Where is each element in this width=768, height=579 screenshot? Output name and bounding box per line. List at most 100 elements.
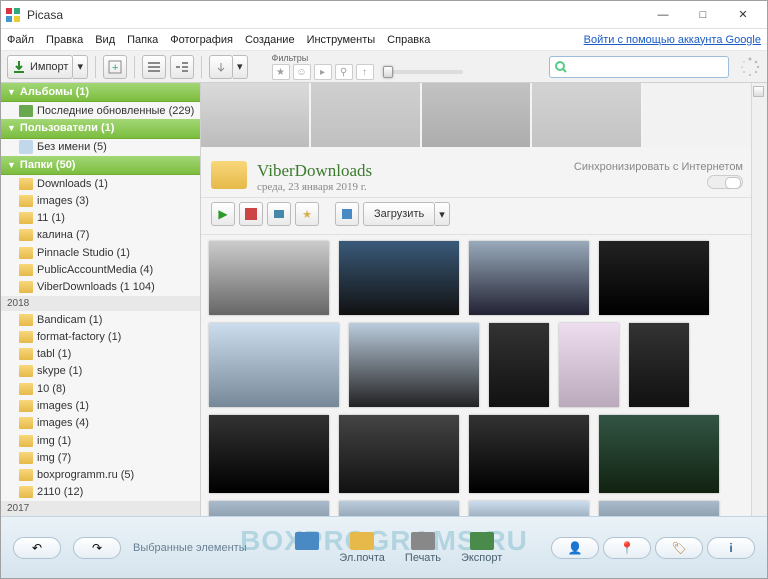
thumbnail[interactable] [489, 323, 549, 407]
sidebar-item-user-noname[interactable]: Без имени (5) [1, 139, 200, 156]
thumbnail[interactable] [209, 323, 339, 407]
content: ViberDownloads среда, 23 января 2019 г. … [201, 83, 767, 516]
menu-help[interactable]: Справка [387, 34, 430, 46]
section-albums[interactable]: ▼Альбомы (1) [1, 83, 200, 102]
thumbnail[interactable] [339, 241, 459, 315]
sidebar-item-kalina[interactable]: калина (7) [1, 227, 200, 244]
sidebar-item-publicacct[interactable]: PublicAccountMedia (4) [1, 261, 200, 278]
sidebar-year-2018: 2018 [1, 296, 200, 311]
maximize-button[interactable]: □ [683, 3, 723, 27]
import-dropdown[interactable]: ▾ [73, 55, 88, 79]
sidebar-item-viberdownloads[interactable]: ViberDownloads (1 104) [1, 279, 200, 296]
upload-dropdown[interactable]: ▾ [435, 202, 450, 226]
sidebar-item-tabl[interactable]: tabl (1) [1, 346, 200, 363]
filters-label: Фильтры [272, 53, 469, 63]
search-icon [554, 60, 568, 74]
menu-edit[interactable]: Правка [46, 34, 83, 46]
sidebar-item-images1[interactable]: images (1) [1, 397, 200, 414]
collage-button[interactable] [239, 202, 263, 226]
star-button[interactable]: ★ [295, 202, 319, 226]
folder-actions: ▶ ★ Загрузить ▾ [201, 198, 767, 235]
search-input[interactable] [549, 56, 729, 78]
sidebar-item-img7[interactable]: img (7) [1, 449, 200, 466]
import-button[interactable]: Импорт [7, 55, 73, 79]
sync-label: Синхронизировать с Интернетом [574, 161, 743, 173]
menu-tools[interactable]: Инструменты [307, 34, 376, 46]
thumbnail-grid[interactable] [201, 235, 767, 516]
view-add-button[interactable]: + [103, 55, 127, 79]
menu-create[interactable]: Создание [245, 34, 295, 46]
filter-video[interactable]: ▸ [314, 64, 332, 80]
filter-geo[interactable]: ⚲ [335, 64, 353, 80]
thumbnail[interactable] [349, 323, 479, 407]
menu-view[interactable]: Вид [95, 34, 115, 46]
sidebar-item-2110[interactable]: 2110 (12) [1, 484, 200, 501]
selected-label: Выбранные элементы [133, 542, 247, 554]
play-slideshow-button[interactable]: ▶ [211, 202, 235, 226]
sidebar-item-skype[interactable]: skype (1) [1, 363, 200, 380]
people-tag-button[interactable]: 👤 [551, 537, 599, 559]
prev-strip [201, 83, 767, 147]
thumbnail[interactable] [209, 501, 329, 516]
sidebar-item-10[interactable]: 10 (8) [1, 380, 200, 397]
geo-tag-button[interactable]: 📍 [603, 537, 651, 559]
upload-button[interactable]: Загрузить [363, 202, 435, 226]
sidebar-item-bandicam[interactable]: Bandicam (1) [1, 311, 200, 328]
sidebar-item-formatfactory[interactable]: format-factory (1) [1, 328, 200, 345]
thumbnail[interactable] [209, 415, 329, 493]
thumbnail[interactable] [599, 415, 719, 493]
print-action[interactable]: Печать [405, 532, 441, 564]
thumbnail[interactable] [469, 241, 589, 315]
sidebar-item-pinnacle[interactable]: Pinnacle Studio (1) [1, 244, 200, 261]
thumbnail[interactable] [339, 415, 459, 493]
menu-file[interactable]: Файл [7, 34, 34, 46]
app-icon [5, 7, 21, 23]
minimize-button[interactable]: ― [643, 3, 683, 27]
menu-photo[interactable]: Фотография [170, 34, 233, 46]
menu-folder[interactable]: Папка [127, 34, 158, 46]
filter-upload[interactable]: ↑ [356, 64, 374, 80]
sidebar-item-downloads[interactable]: Downloads (1) [1, 175, 200, 192]
sort-asc-button[interactable] [209, 55, 233, 79]
share-action[interactable] [295, 532, 319, 564]
movie-button[interactable] [267, 202, 291, 226]
sidebar-item-boxprogramm[interactable]: boxprogramm.ru (5) [1, 466, 200, 483]
sidebar-item-images3[interactable]: images (3) [1, 192, 200, 209]
sidebar-year-2017: 2017 [1, 501, 200, 516]
sidebar-item-11[interactable]: 11 (1) [1, 210, 200, 227]
view-list-button[interactable] [142, 55, 166, 79]
rotate-left-button[interactable]: ↶ [13, 537, 61, 559]
email-action[interactable]: Эл.почта [339, 532, 385, 564]
thumbnail[interactable] [599, 241, 709, 315]
thumbnail[interactable] [469, 415, 589, 493]
sidebar-item-images4[interactable]: images (4) [1, 415, 200, 432]
section-folders[interactable]: ▼Папки (50) [1, 156, 200, 175]
thumbnail[interactable] [559, 323, 619, 407]
tag-button[interactable]: 🏷 [655, 537, 703, 559]
folder-header: ViberDownloads среда, 23 января 2019 г. … [201, 153, 767, 198]
filter-star[interactable]: ★ [272, 64, 290, 80]
share-button[interactable] [335, 202, 359, 226]
filter-face[interactable]: ☺ [293, 64, 311, 80]
section-users[interactable]: ▼Пользователи (1) [1, 119, 200, 138]
sidebar[interactable]: ▼Альбомы (1) Последние обновленные (229)… [1, 83, 201, 516]
thumbnail[interactable] [599, 501, 719, 516]
loading-spinner [739, 56, 761, 78]
date-slider[interactable] [383, 70, 463, 74]
view-tree-button[interactable] [170, 55, 194, 79]
sidebar-item-recent[interactable]: Последние обновленные (229) [1, 102, 200, 119]
export-action[interactable]: Экспорт [461, 532, 502, 564]
titlebar: Picasa ― □ ✕ [1, 1, 767, 29]
sort-dropdown[interactable]: ▾ [233, 55, 248, 79]
info-button[interactable]: i [707, 537, 755, 559]
thumbnail[interactable] [339, 501, 459, 516]
sidebar-item-img1[interactable]: img (1) [1, 432, 200, 449]
thumbnail[interactable] [469, 501, 589, 516]
login-link[interactable]: Войти с помощью аккаунта Google [584, 34, 761, 46]
rotate-right-button[interactable]: ↷ [73, 537, 121, 559]
thumbnail[interactable] [209, 241, 329, 315]
close-button[interactable]: ✕ [723, 3, 763, 27]
folder-title[interactable]: ViberDownloads [257, 161, 372, 181]
thumbnail[interactable] [629, 323, 689, 407]
sync-toggle[interactable] [707, 175, 743, 189]
